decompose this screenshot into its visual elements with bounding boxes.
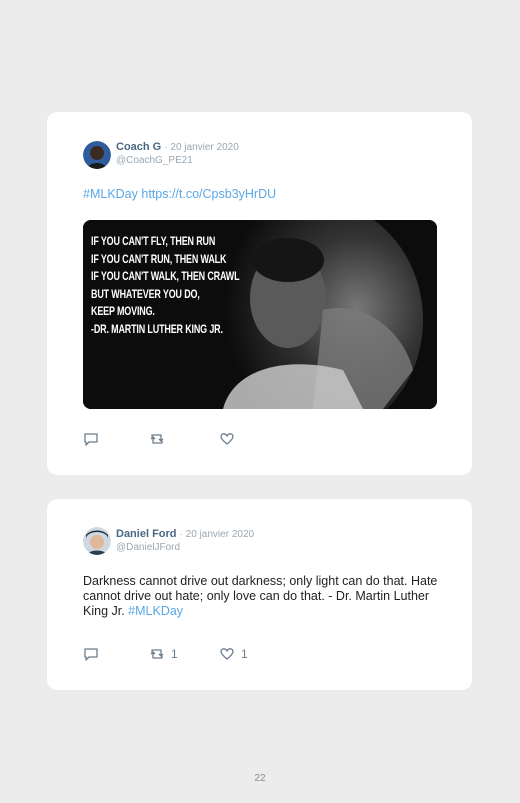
tweet-header: Coach G · 20 janvier 2020 @CoachG_PE21: [116, 141, 239, 167]
quote-line: IF YOU CAN'T RUN, THEN WALK: [91, 253, 227, 266]
retweet-icon: [150, 434, 164, 444]
quote-line: KEEP MOVING.: [91, 306, 155, 318]
url-link[interactable]: https://t.co/Cpsb3yHrDU: [141, 187, 276, 201]
tweet-date[interactable]: · 20 janvier 2020: [164, 142, 239, 153]
tweet-card: Coach G · 20 janvier 2020 @CoachG_PE21 #…: [47, 112, 472, 475]
like-icon: [220, 433, 234, 445]
retweet-button[interactable]: [149, 431, 171, 447]
like-count: 1: [241, 647, 248, 661]
quote-line: IF YOU CAN'T FLY, THEN RUN: [91, 236, 216, 248]
tweet-header: Daniel Ford · 20 janvier 2020 @DanielJFo…: [116, 528, 254, 554]
retweet-button[interactable]: 1: [149, 646, 178, 662]
tweet-text: Darkness cannot drive out darkness; only…: [83, 574, 438, 619]
hashtag-link[interactable]: #MLKDay: [83, 187, 138, 201]
tweet-actions: [83, 431, 383, 447]
avatar[interactable]: [83, 141, 111, 169]
hashtag-link[interactable]: #MLKDay: [128, 604, 183, 618]
reply-button[interactable]: [83, 646, 105, 662]
author-name[interactable]: Coach G: [116, 141, 161, 153]
author-handle[interactable]: @CoachG_PE21: [116, 154, 239, 167]
tweet-card: Daniel Ford · 20 janvier 2020 @DanielJFo…: [47, 499, 472, 690]
like-icon: [220, 648, 234, 660]
author-handle[interactable]: @DanielJFord: [116, 541, 254, 554]
page-number: 22: [254, 773, 266, 784]
tweet-text: #MLKDay https://t.co/Cpsb3yHrDU: [83, 187, 438, 202]
tweet-image[interactable]: IF YOU CAN'T FLY, THEN RUN IF YOU CAN'T …: [83, 220, 437, 409]
avatar[interactable]: [83, 527, 111, 555]
reply-icon: [84, 648, 98, 661]
like-button[interactable]: 1: [219, 646, 248, 662]
quote-line: -DR. MARTIN LUTHER KING JR.: [91, 323, 223, 336]
quote-line: IF YOU CAN'T WALK, THEN CRAWL: [91, 271, 240, 283]
retweet-count: 1: [171, 647, 178, 661]
reply-icon: [84, 433, 98, 446]
tweet-date[interactable]: · 20 janvier 2020: [180, 529, 255, 540]
reply-button[interactable]: [83, 431, 105, 447]
retweet-icon: [150, 649, 164, 659]
author-name[interactable]: Daniel Ford: [116, 528, 177, 540]
image-quote: IF YOU CAN'T FLY, THEN RUN IF YOU CAN'T …: [91, 234, 240, 339]
like-button[interactable]: [219, 431, 241, 447]
tweet-actions: 1 1: [83, 646, 383, 662]
quote-line: BUT WHATEVER YOU DO,: [91, 288, 200, 301]
